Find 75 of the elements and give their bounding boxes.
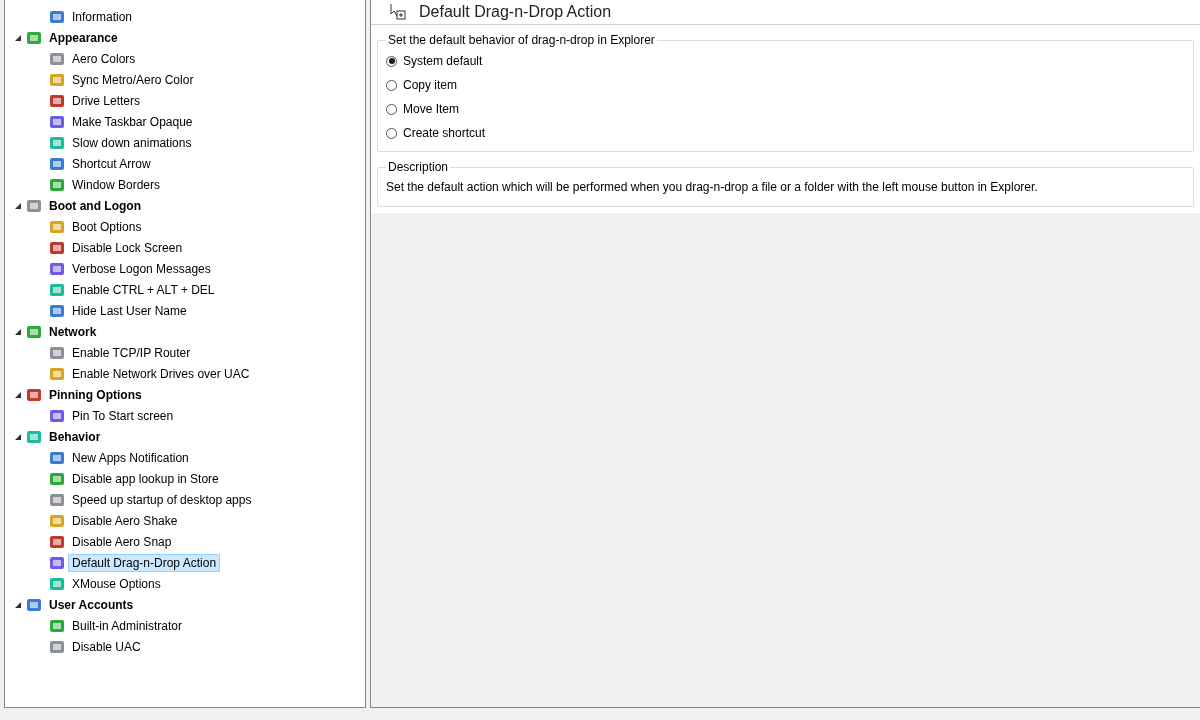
tile-icon (49, 134, 65, 151)
tree-item[interactable]: Built-in Administrator (68, 616, 187, 635)
tile-icon (49, 50, 65, 67)
tree-item[interactable]: Shortcut Arrow (68, 154, 155, 173)
tile-icon (49, 302, 65, 319)
tree-item[interactable]: Boot Options (68, 217, 146, 236)
group-caption: Description (387, 160, 450, 174)
cursor-plus-icon (389, 3, 407, 21)
tree-group-item[interactable]: Pinning Options (45, 385, 146, 404)
tree-group-item[interactable]: Network (45, 322, 101, 341)
tree-item[interactable]: New Apps Notification (68, 448, 193, 467)
tree-item[interactable]: Enable CTRL + ALT + DEL (68, 280, 219, 299)
description-text: Set the default action which will be performed when you drag-n-drop a file or a folder with the left mouse button in Explorer. (386, 180, 1039, 194)
tree-group-item[interactable]: User Accounts (45, 595, 138, 614)
tile-icon (49, 281, 65, 298)
tree-item[interactable]: Drive Letters (68, 91, 145, 110)
tile-icon (49, 71, 65, 88)
tree-group-item[interactable]: Behavior (45, 427, 105, 446)
tree-group-item[interactable]: Appearance (45, 28, 122, 47)
radio-icon[interactable] (386, 127, 397, 139)
radio-icon[interactable] (386, 55, 397, 67)
tile-icon (49, 239, 65, 256)
radio-option[interactable]: Move Item (386, 97, 1185, 121)
tree-item[interactable]: Sync Metro/Aero Color (68, 70, 198, 89)
tile-icon (26, 386, 42, 403)
tree-item[interactable]: Slow down animations (68, 133, 196, 152)
tree-item[interactable]: Disable Lock Screen (68, 238, 187, 257)
tile-icon (49, 365, 65, 382)
tile-icon (49, 533, 65, 550)
tile-icon (49, 617, 65, 634)
page-title: Default Drag-n-Drop Action (419, 3, 612, 21)
tree-item[interactable]: Verbose Logon Messages (68, 259, 215, 278)
tree-item[interactable]: Disable Aero Snap (68, 532, 176, 551)
tile-icon (49, 407, 65, 424)
tile-icon (49, 554, 65, 571)
tile-icon (49, 344, 65, 361)
tile-icon (26, 197, 42, 214)
tile-icon (49, 575, 65, 592)
tree-group-item[interactable]: Boot and Logon (45, 196, 145, 215)
tree-item[interactable]: Default Drag-n-Drop Action (68, 553, 221, 572)
tree-item[interactable]: Hide Last User Name (68, 301, 191, 320)
radio-option[interactable]: Copy item (386, 73, 1185, 97)
tree-item[interactable]: Make Taskbar Opaque (68, 112, 197, 131)
tile-icon (26, 29, 42, 46)
tile-icon (49, 8, 65, 25)
tile-icon (26, 428, 42, 445)
tree-item[interactable]: Enable Network Drives over UAC (68, 364, 254, 383)
radio-icon[interactable] (386, 103, 397, 115)
radio-option[interactable]: Create shortcut (386, 121, 1185, 145)
radio-option[interactable]: System default (386, 49, 1185, 73)
tile-icon (49, 512, 65, 529)
tile-icon (26, 323, 42, 340)
tile-icon (49, 155, 65, 172)
tree-item[interactable]: Disable Aero Shake (68, 511, 182, 530)
tile-icon (49, 176, 65, 193)
tree-item[interactable]: Enable TCP/IP Router (68, 343, 195, 362)
tile-icon (49, 113, 65, 130)
tile-icon (49, 92, 65, 109)
tree-item[interactable]: Disable app lookup in Store (68, 469, 223, 488)
group-caption: Set the default behavior of drag-n-drop in Explorer (387, 33, 656, 47)
tree-item[interactable]: Aero Colors (68, 49, 140, 68)
tree-item[interactable]: Pin To Start screen (68, 406, 178, 425)
tree-item[interactable]: Information (68, 7, 137, 26)
tree-item[interactable]: Speed up startup of desktop apps (68, 490, 256, 509)
tree-item[interactable]: Window Borders (68, 175, 165, 194)
tree-item[interactable]: XMouse Options (68, 574, 165, 593)
tile-icon (49, 470, 65, 487)
radio-icon[interactable] (386, 79, 397, 91)
tile-icon (49, 260, 65, 277)
tile-icon (49, 449, 65, 466)
tile-icon (49, 638, 65, 655)
tree-item[interactable]: Disable UAC (68, 637, 145, 656)
tile-icon (49, 491, 65, 508)
tile-icon (49, 218, 65, 235)
tile-icon (26, 596, 42, 613)
